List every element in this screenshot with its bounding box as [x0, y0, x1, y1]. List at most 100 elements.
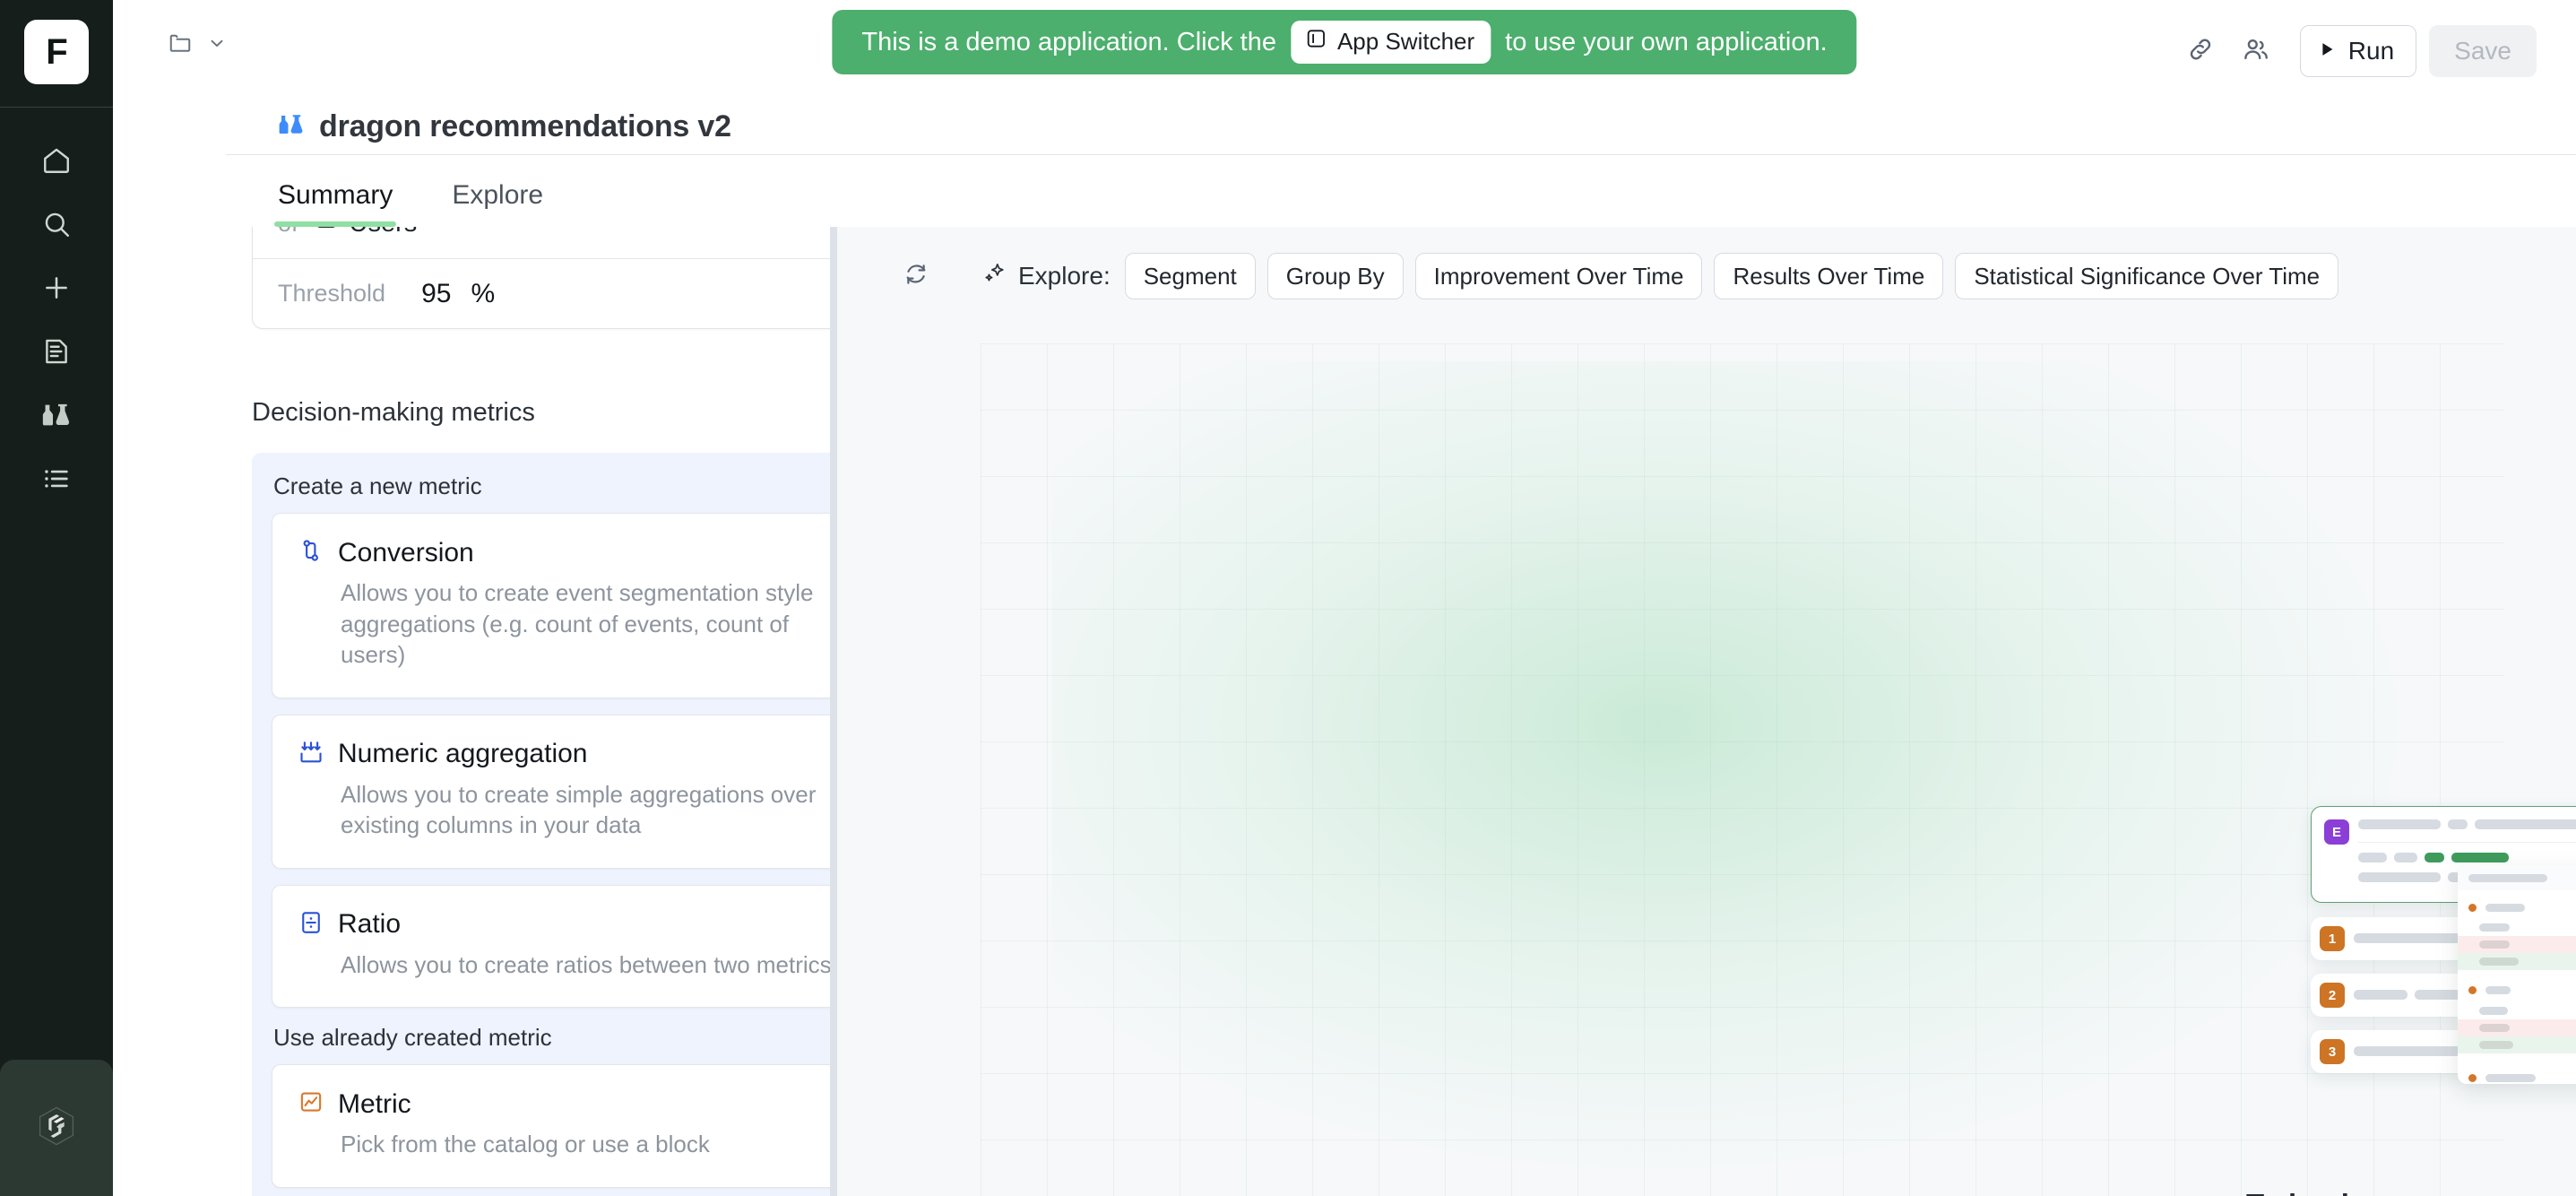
- banner-text-before: This is a demo application. Click the: [861, 28, 1276, 57]
- illus-badge-E: E: [2324, 819, 2349, 845]
- cube-logo-icon: [33, 1103, 80, 1154]
- card-desc: Allows you to create event segmentation …: [298, 577, 830, 671]
- run-label: Run: [2348, 37, 2394, 65]
- top-bar-actions: Run Save: [2173, 23, 2537, 79]
- banner-text-after: to use your own application.: [1505, 28, 1828, 57]
- metrics-config-panel: of Users: [113, 227, 830, 1196]
- conversion-icon: [298, 537, 324, 568]
- entity-value-wrap[interactable]: Users: [315, 227, 418, 238]
- card-desc: Pick from the catalog or use a block: [298, 1129, 830, 1160]
- entity-value: Users: [350, 227, 418, 238]
- flask-icon: [41, 400, 72, 430]
- entity-row[interactable]: of Users: [253, 227, 830, 258]
- demo-banner: This is a demo application. Click the Ap…: [832, 10, 1856, 74]
- app-switcher-label: App Switcher: [1337, 28, 1474, 56]
- card-desc: Allows you to create ratios between two …: [298, 949, 830, 981]
- search-icon: [41, 209, 72, 239]
- run-button[interactable]: Run: [2300, 25, 2416, 77]
- save-button[interactable]: Save: [2429, 25, 2537, 77]
- workspace-logo[interactable]: F: [24, 20, 89, 84]
- metric-type-card-conversion[interactable]: Conversion Allows you to create event se…: [272, 513, 830, 698]
- rail-bottom-logo-area[interactable]: [0, 1060, 113, 1196]
- decision-metrics-title: Decision-making metrics: [252, 398, 535, 428]
- people-icon: [2241, 34, 2271, 69]
- metric-type-card-metric[interactable]: Metric Pick from the catalog or use a bl…: [272, 1064, 830, 1188]
- play-icon: [2317, 37, 2337, 65]
- metric-type-card-ratio[interactable]: Ratio Allows you to create ratios betwee…: [272, 885, 830, 1009]
- tab-summary[interactable]: Summary: [278, 180, 393, 227]
- explore-chip-group-by[interactable]: Group By: [1267, 253, 1404, 299]
- illus-table-row-negative: [2458, 936, 2576, 953]
- illus-badge-3: 3: [2320, 1039, 2345, 1064]
- page-title-row: dragon recommendations v2: [113, 99, 2576, 154]
- refresh-icon: [903, 261, 929, 292]
- metric-type-picker: Create a new metric: [252, 453, 830, 1196]
- sidebar-item-home[interactable]: [29, 133, 84, 188]
- threshold-label: Threshold: [278, 280, 385, 308]
- rail-divider: [0, 107, 113, 108]
- illus-table-row-negative: [2458, 1019, 2576, 1036]
- explore-chip-results-over-time[interactable]: Results Over Time: [1714, 253, 1943, 299]
- explore-preview-panel: Explore: Segment Group By Improvement Ov…: [837, 227, 2576, 1196]
- refresh-button[interactable]: [893, 253, 939, 299]
- illus-table-group: [2458, 977, 2576, 1002]
- sidebar-item-new[interactable]: [29, 260, 84, 316]
- metric-type-card-numeric-aggregation[interactable]: Numeric aggregation Allows you to create…: [272, 715, 830, 869]
- metrics-config-scroll: of Users: [252, 227, 830, 1196]
- main-column: This is a demo application. Click the Ap…: [113, 0, 2576, 1196]
- sidebar-item-experiments[interactable]: [29, 387, 84, 443]
- empty-state-title: To begin an Experiment Scorecard explora…: [2246, 1188, 2576, 1196]
- folder-icon: [167, 30, 194, 61]
- explore-chip-improvement-over-time[interactable]: Improvement Over Time: [1415, 253, 1703, 299]
- illus-table-group: [2458, 896, 2576, 919]
- illus-table-row-positive: [2458, 1036, 2576, 1053]
- background-glow: [1052, 361, 2397, 1168]
- metric-chart-icon: [298, 1088, 324, 1120]
- share-button[interactable]: [2228, 23, 2284, 79]
- card-head: Ratio: [298, 909, 830, 940]
- experiment-form-box: of Users: [252, 227, 830, 329]
- background-grid: [981, 343, 2504, 1196]
- card-head: Conversion: [298, 537, 830, 568]
- illus-table-row-positive: [2458, 953, 2576, 970]
- app-switcher-icon: [1304, 27, 1327, 56]
- sidebar-item-notebooks[interactable]: [29, 324, 84, 379]
- sidebar-item-catalog[interactable]: [29, 451, 84, 507]
- illus-table-row: [2458, 1002, 2576, 1019]
- tab-explore[interactable]: Explore: [452, 180, 543, 227]
- list-icon: [41, 464, 72, 494]
- decision-metrics-header: Decision-making metrics: [252, 392, 830, 433]
- link-icon: [2185, 34, 2216, 69]
- threshold-unit: %: [471, 279, 495, 309]
- illus-badge-2: 2: [2320, 983, 2345, 1008]
- illus-table-row: [2458, 919, 2576, 936]
- app-switcher-button[interactable]: App Switcher: [1291, 21, 1491, 64]
- empty-state-illustration: E: [2289, 772, 2576, 1068]
- top-bar: This is a demo application. Click the Ap…: [113, 0, 2576, 99]
- card-title: Numeric aggregation: [338, 739, 587, 769]
- chevron-down-icon: [206, 32, 228, 58]
- card-head: Numeric aggregation: [298, 739, 830, 770]
- illus-table-group: [2458, 1066, 2576, 1084]
- flask-icon: [278, 111, 305, 143]
- panel-resizer[interactable]: [830, 227, 837, 1196]
- copy-link-button[interactable]: [2173, 23, 2228, 79]
- illus-scorecard-table: [2458, 865, 2576, 1084]
- explore-chip-segment[interactable]: Segment: [1125, 253, 1256, 299]
- card-title: Metric: [338, 1089, 411, 1120]
- explore-chip-statistical-significance-over-time[interactable]: Statistical Significance Over Time: [1955, 253, 2338, 299]
- card-title: Ratio: [338, 909, 401, 940]
- ratio-divide-icon: [298, 909, 324, 940]
- numeric-aggregation-icon: [298, 739, 324, 770]
- threshold-input[interactable]: 95: [421, 279, 451, 309]
- illus-table-header: [2458, 865, 2576, 890]
- card-title: Conversion: [338, 538, 474, 568]
- sparkle-icon: [982, 261, 1007, 292]
- threshold-row[interactable]: Threshold 95 %: [253, 258, 830, 328]
- of-label: of: [278, 227, 298, 238]
- sidebar-item-search[interactable]: [29, 196, 84, 252]
- explore-toolbar: Explore: Segment Group By Improvement Ov…: [837, 227, 2576, 325]
- illus-skeleton: [2354, 990, 2407, 1000]
- folder-breadcrumb[interactable]: [167, 30, 228, 61]
- explore-label-group: Explore:: [982, 261, 1111, 292]
